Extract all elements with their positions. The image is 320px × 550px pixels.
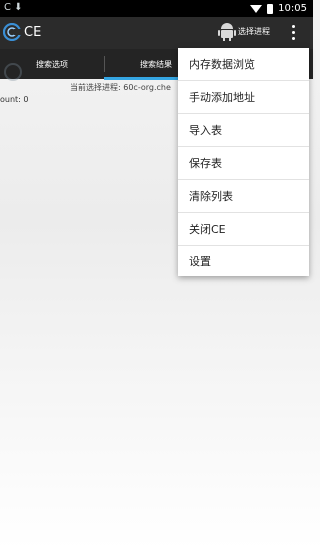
result-count-text: ount: 0 <box>0 95 29 104</box>
status-bar: C ⬇ 10:05 <box>0 0 313 17</box>
menu-item-label: 内存数据浏览 <box>189 58 255 71</box>
ce-watermark-icon <box>4 63 22 81</box>
select-process-button[interactable]: 选择进程 <box>218 21 270 41</box>
app-title: CE <box>24 25 42 40</box>
menu-item-import-table[interactable]: 导入表 <box>178 114 309 146</box>
android-icon <box>218 23 236 41</box>
status-right: 10:05 <box>250 3 307 14</box>
status-time: 10:05 <box>278 3 307 14</box>
tab-indicator <box>104 77 184 80</box>
menu-item-add-address[interactable]: 手动添加地址 <box>178 81 309 113</box>
ce-logo-icon <box>3 23 21 41</box>
select-process-label: 选择进程 <box>238 26 270 36</box>
menu-item-memory-browser[interactable]: 内存数据浏览 <box>178 48 309 80</box>
menu-item-save-table[interactable]: 保存表 <box>178 147 309 179</box>
overflow-menu: 内存数据浏览 手动添加地址 导入表 保存表 清除列表 关闭CE 设置 <box>178 48 309 276</box>
menu-item-clear-list[interactable]: 清除列表 <box>178 180 309 212</box>
current-process-text: 当前选择进程: 60c-org.che <box>70 83 171 92</box>
menu-item-close-ce[interactable]: 关闭CE <box>178 213 309 245</box>
menu-item-label: 清除列表 <box>189 190 233 203</box>
wifi-icon <box>250 4 263 13</box>
menu-item-label: 导入表 <box>189 124 222 137</box>
menu-item-label: 手动添加地址 <box>189 91 255 104</box>
tab-search-results-label: 搜索结果 <box>140 59 172 69</box>
overflow-menu-icon[interactable] <box>290 25 296 40</box>
menu-item-label: 保存表 <box>189 157 222 170</box>
tab-search-options-label: 搜索选项 <box>36 59 68 69</box>
menu-item-settings[interactable]: 设置 <box>178 245 309 277</box>
menu-item-label: 关闭CE <box>189 223 226 236</box>
battery-icon <box>267 3 274 14</box>
status-left-icons: C ⬇ <box>4 2 23 13</box>
app-bar: CE 选择进程 <box>0 17 313 49</box>
menu-item-label: 设置 <box>189 255 211 268</box>
